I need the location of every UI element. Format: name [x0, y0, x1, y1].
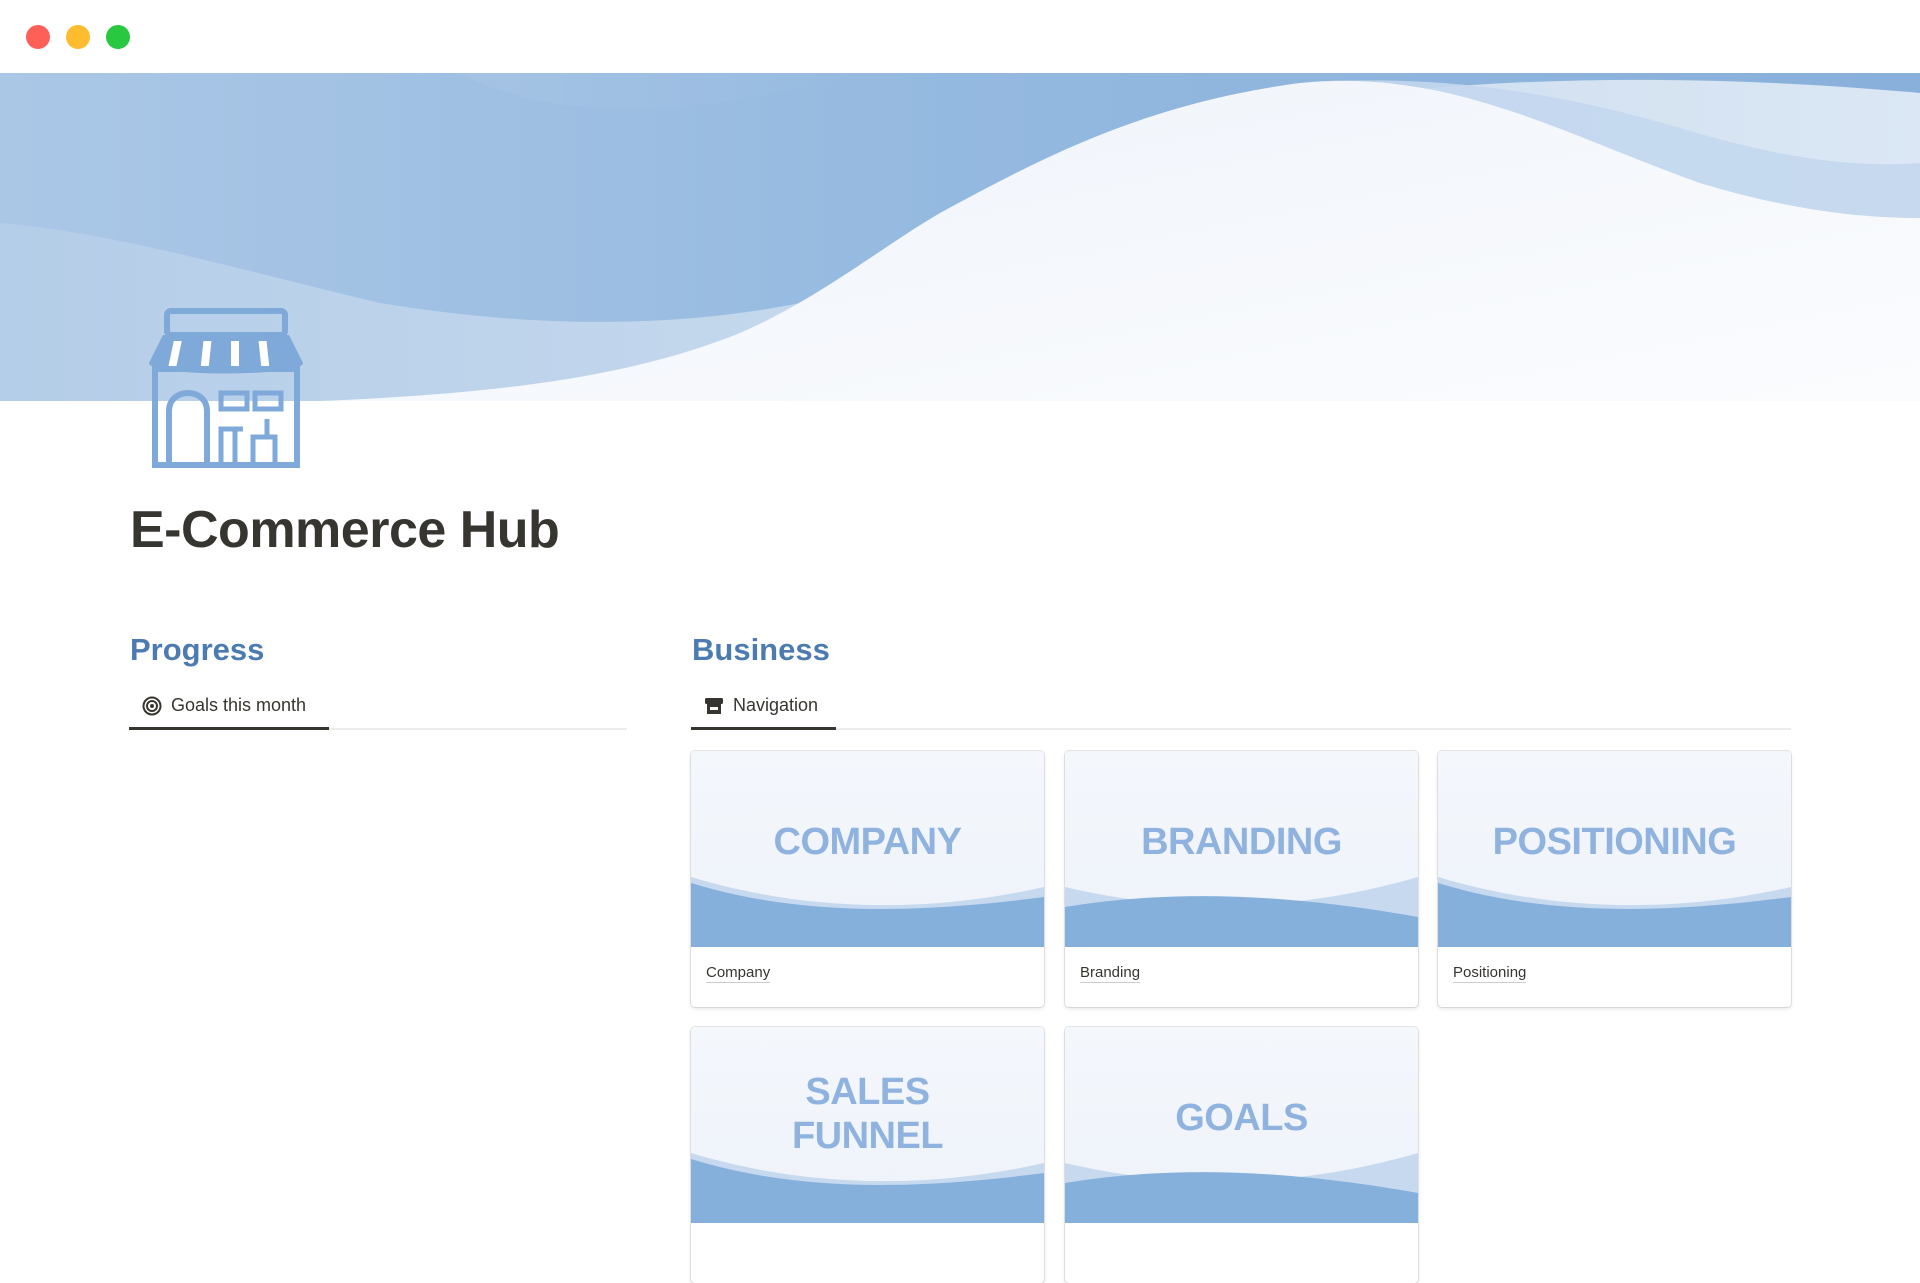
card-cover-text: GOALS: [1175, 1097, 1308, 1139]
tab-navigation[interactable]: Navigation: [691, 684, 836, 730]
card-caption: Positioning: [1453, 964, 1527, 983]
target-icon: [141, 695, 163, 717]
close-window-button[interactable]: [26, 25, 50, 49]
card-cover: COMPANY: [691, 751, 1044, 947]
progress-heading: Progress: [130, 632, 265, 667]
storefront-icon[interactable]: [145, 307, 307, 469]
gallery-card-goals[interactable]: GOALS: [1065, 1027, 1418, 1283]
tab-goals-this-month[interactable]: Goals this month: [129, 684, 329, 730]
business-heading: Business: [692, 632, 830, 667]
page-title[interactable]: E-Commerce Hub: [130, 500, 560, 560]
progress-view-tabs: Goals this month: [129, 684, 627, 730]
card-wave-graphic: [691, 1153, 1044, 1223]
zoom-window-button[interactable]: [106, 25, 130, 49]
gallery-card-company[interactable]: COMPANY Company: [691, 751, 1044, 1007]
card-wave-graphic: [691, 877, 1044, 947]
minimize-window-button[interactable]: [66, 25, 90, 49]
tab-navigation-label: Navigation: [733, 695, 819, 715]
gallery-card-sales-funnel[interactable]: SALES FUNNEL: [691, 1027, 1044, 1283]
window-titlebar: [0, 0, 1920, 73]
business-view-tabs: Navigation: [691, 684, 1791, 730]
card-cover-text: BRANDING: [1141, 821, 1342, 863]
card-cover: SALES FUNNEL: [691, 1027, 1044, 1223]
storefront-icon-graphic: [149, 308, 303, 468]
store-icon: [703, 695, 725, 717]
card-wave-graphic: [1065, 1153, 1418, 1223]
gallery-card-branding[interactable]: BRANDING Branding: [1065, 751, 1418, 1007]
card-cover: BRANDING: [1065, 751, 1418, 947]
tab-goals-this-month-label: Goals this month: [171, 695, 307, 715]
card-wave-graphic: [1065, 877, 1418, 947]
card-cover: GOALS: [1065, 1027, 1418, 1223]
card-wave-graphic: [1438, 877, 1791, 947]
card-caption: Branding: [1080, 964, 1141, 983]
card-cover-text: POSITIONING: [1492, 821, 1737, 863]
card-cover-text: COMPANY: [773, 821, 962, 863]
gallery-card-positioning[interactable]: POSITIONING Positioning: [1438, 751, 1791, 1007]
card-caption: Company: [706, 964, 771, 983]
card-cover-text: SALES FUNNEL: [791, 1071, 944, 1157]
card-cover: POSITIONING: [1438, 751, 1791, 947]
